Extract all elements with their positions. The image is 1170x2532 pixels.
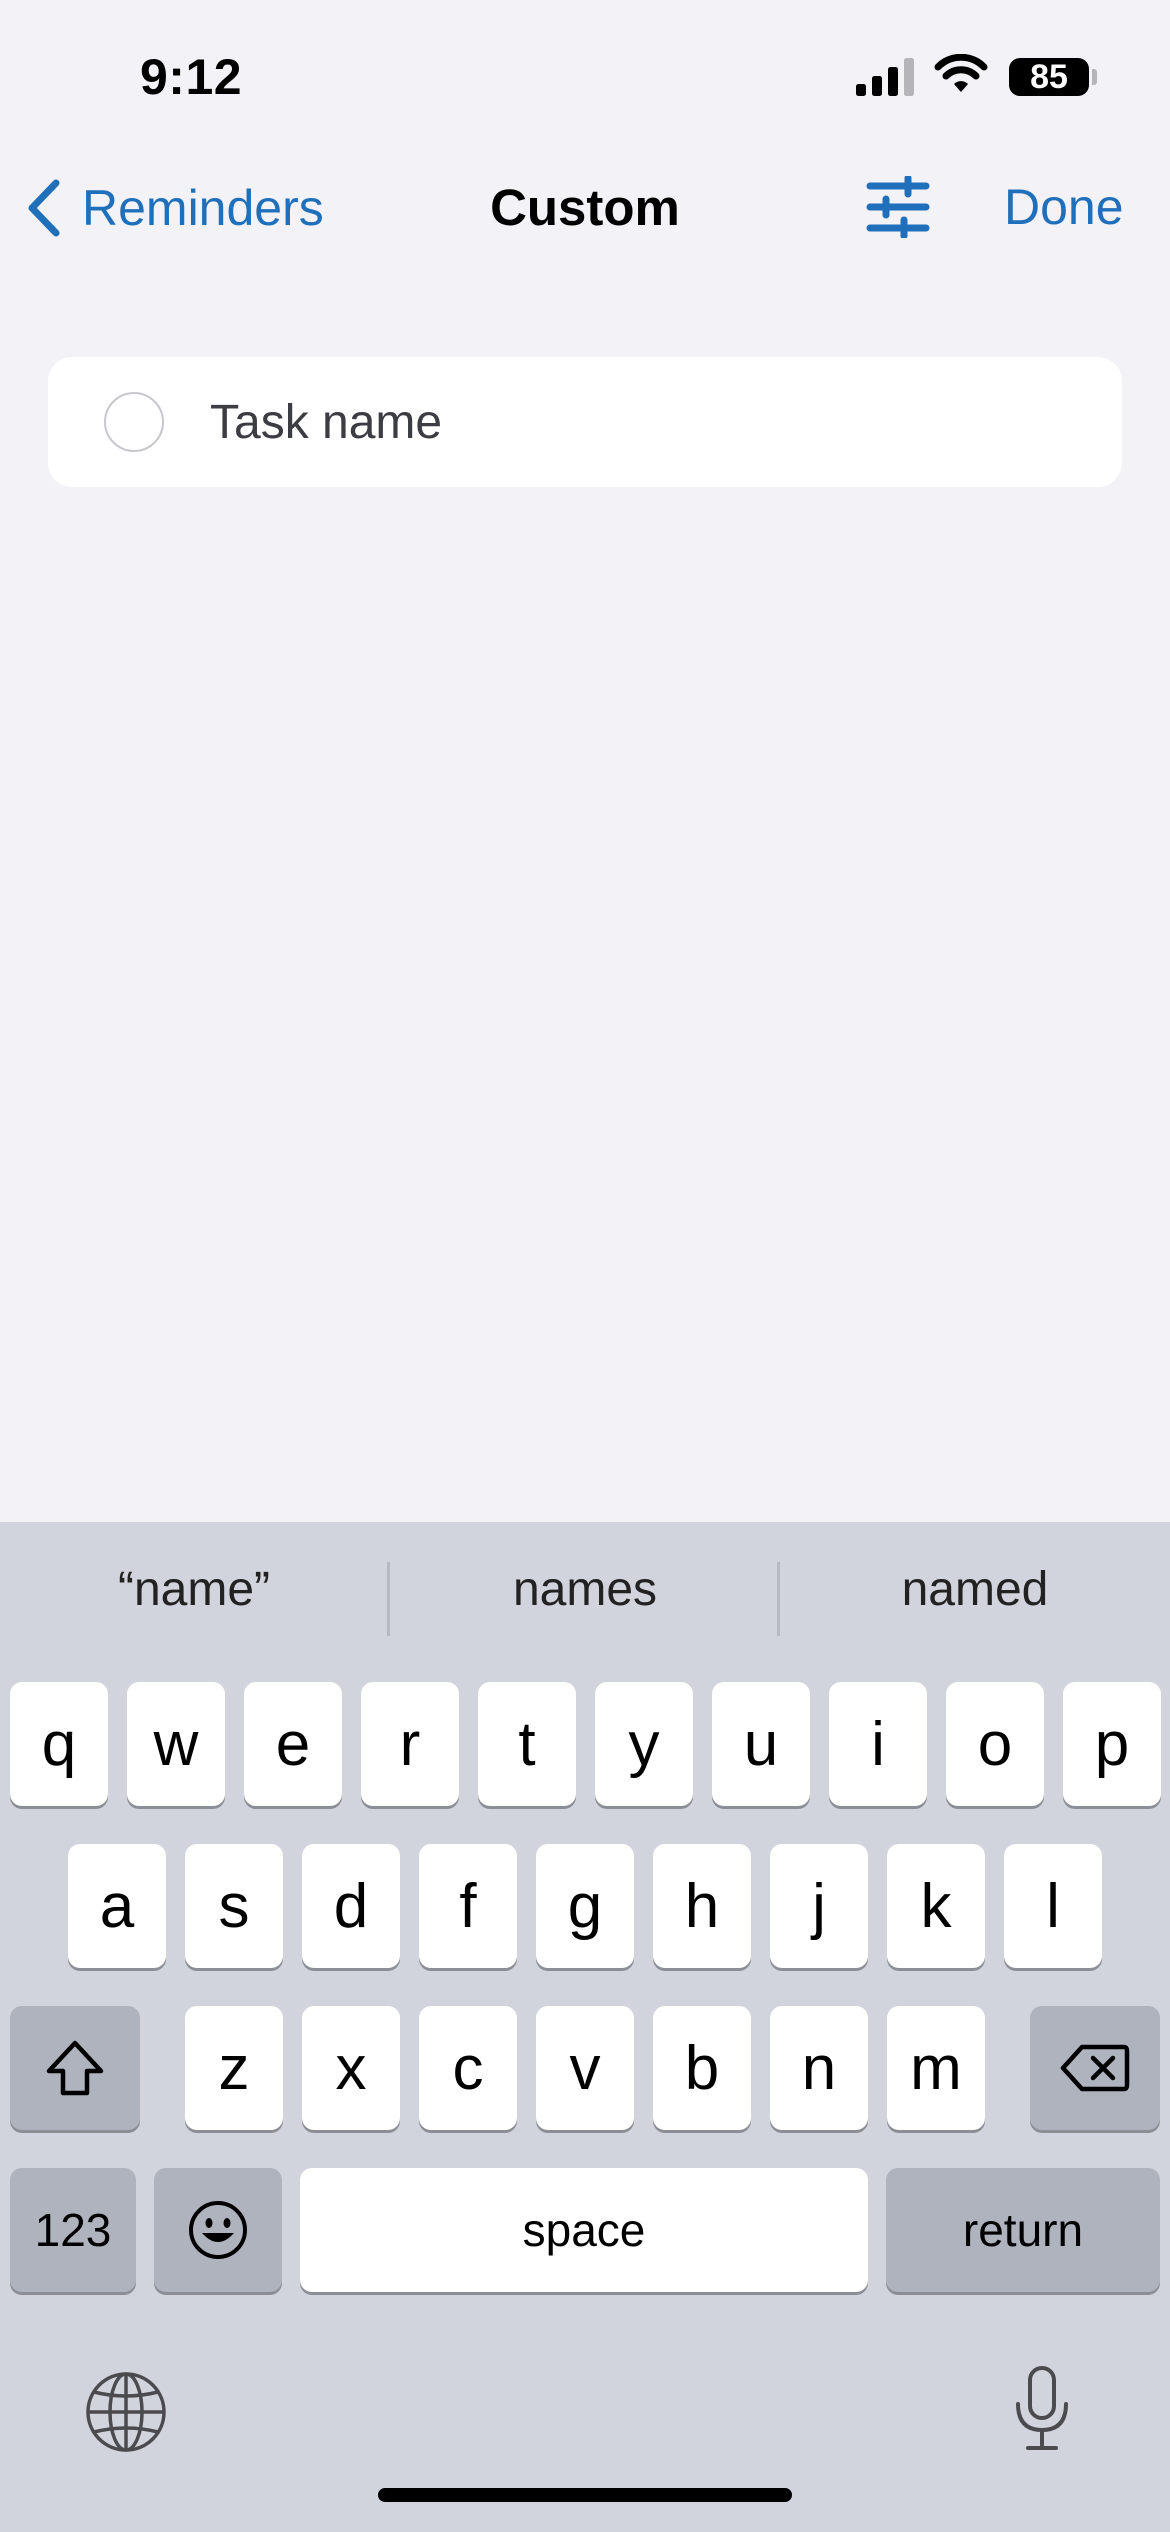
key[interactable]: w xyxy=(127,1682,225,1806)
sliders-icon[interactable] xyxy=(866,176,930,238)
key[interactable]: e xyxy=(244,1682,342,1806)
shift-key[interactable] xyxy=(10,2006,140,2130)
return-key[interactable]: return xyxy=(886,2168,1160,2292)
task-name-input[interactable] xyxy=(210,383,1090,461)
shift-icon xyxy=(46,2040,104,2096)
key[interactable]: q xyxy=(10,1682,108,1806)
suggestion-item[interactable]: named xyxy=(781,1562,1169,1617)
key[interactable]: v xyxy=(536,2006,634,2130)
key[interactable]: a xyxy=(68,1844,166,1968)
key[interactable]: h xyxy=(653,1844,751,1968)
key[interactable]: d xyxy=(302,1844,400,1968)
key[interactable]: o xyxy=(946,1682,1044,1806)
emoji-key[interactable] xyxy=(154,2168,282,2292)
key[interactable]: i xyxy=(829,1682,927,1806)
key[interactable]: m xyxy=(887,2006,985,2130)
key[interactable]: c xyxy=(419,2006,517,2130)
space-key[interactable]: space xyxy=(300,2168,868,2292)
task-row xyxy=(48,357,1122,487)
microphone-icon[interactable] xyxy=(1010,2364,1074,2454)
key[interactable]: t xyxy=(478,1682,576,1806)
status-time: 9:12 xyxy=(140,49,243,105)
done-button[interactable]: Done xyxy=(1004,178,1124,236)
suggestion-divider xyxy=(387,1562,390,1636)
key[interactable]: g xyxy=(536,1844,634,1968)
suggestion-item[interactable]: “name” xyxy=(0,1562,388,1617)
key[interactable]: l xyxy=(1004,1844,1102,1968)
key[interactable]: y xyxy=(595,1682,693,1806)
numbers-key[interactable]: 123 xyxy=(10,2168,136,2292)
wifi-icon xyxy=(934,54,988,92)
suggestion-bar: “name” names named xyxy=(0,1522,1170,1676)
key[interactable]: z xyxy=(185,2006,283,2130)
key[interactable]: p xyxy=(1063,1682,1161,1806)
suggestion-item[interactable]: names xyxy=(391,1562,779,1617)
key[interactable]: s xyxy=(185,1844,283,1968)
delete-key[interactable] xyxy=(1030,2006,1160,2130)
delete-icon xyxy=(1060,2044,1130,2092)
battery-level: 85 xyxy=(1030,57,1068,96)
suggestion-divider xyxy=(777,1562,780,1636)
key[interactable]: r xyxy=(361,1682,459,1806)
cellular-signal-icon xyxy=(856,58,914,96)
page-title: Custom xyxy=(490,179,680,236)
emoji-icon xyxy=(189,2201,247,2259)
key[interactable]: n xyxy=(770,2006,868,2130)
completion-circle-icon[interactable] xyxy=(104,392,164,452)
key[interactable]: j xyxy=(770,1844,868,1968)
key[interactable]: k xyxy=(887,1844,985,1968)
battery-icon: 85 xyxy=(1009,58,1089,96)
key[interactable]: x xyxy=(302,2006,400,2130)
key[interactable]: f xyxy=(419,1844,517,1968)
home-indicator xyxy=(378,2488,792,2502)
keyboard: “name” names named q w e r t y u i o p a… xyxy=(0,1522,1170,2532)
globe-icon[interactable] xyxy=(84,2370,168,2454)
battery-tip xyxy=(1092,69,1097,85)
key[interactable]: b xyxy=(653,2006,751,2130)
key[interactable]: u xyxy=(712,1682,810,1806)
